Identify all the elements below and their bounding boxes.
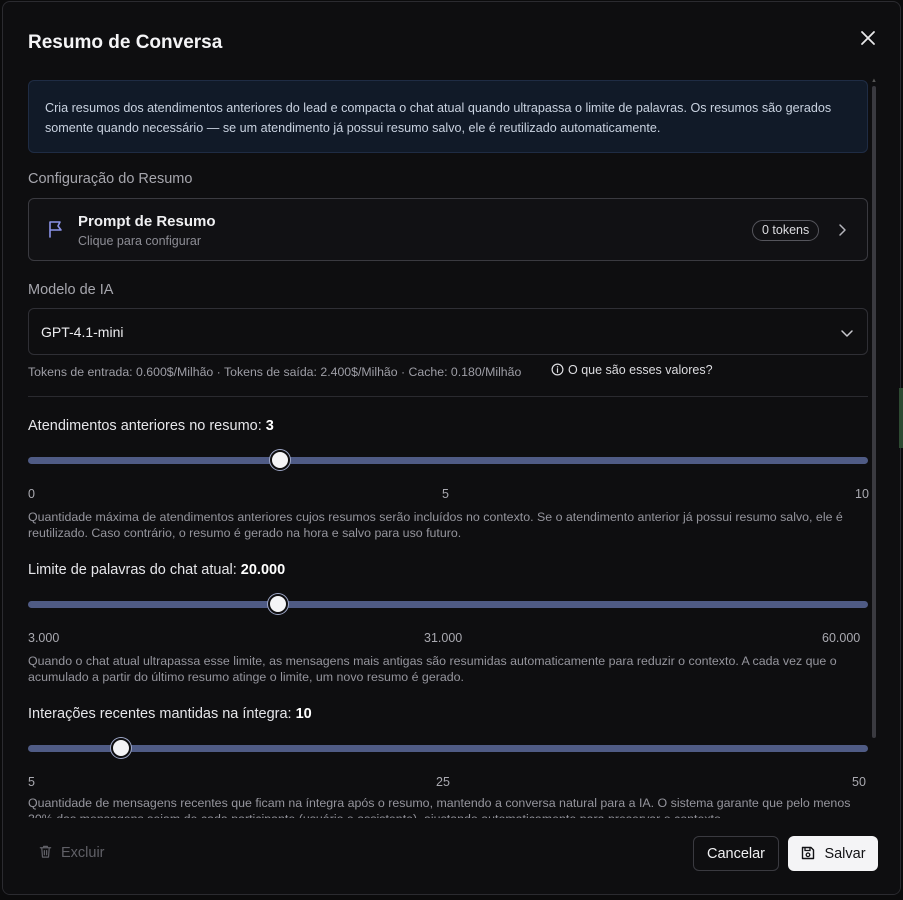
chevron-down-icon — [841, 330, 853, 337]
model-select-value: GPT-4.1-mini — [41, 324, 124, 340]
pricing-help-text: O que são esses valores? — [568, 363, 713, 377]
pricing-help-link[interactable]: O que são esses valores? — [551, 363, 713, 377]
save-icon — [802, 846, 815, 860]
close-button[interactable] — [858, 28, 878, 48]
previous-slider-label-text: Atendimentos anteriores no resumo: — [28, 418, 262, 434]
scrollbar-thumb[interactable] — [872, 86, 876, 738]
words-slider-track[interactable] — [28, 594, 868, 614]
flag-icon — [49, 221, 62, 238]
words-slider-min: 3.000 — [28, 631, 60, 645]
recent-slider-min: 5 — [28, 775, 35, 789]
summary-prompt-card[interactable]: Prompt de Resumo Clique para configurar … — [28, 198, 868, 261]
save-label: Salvar — [824, 846, 866, 862]
cancel-button[interactable]: Cancelar — [693, 836, 779, 871]
model-pricing: Tokens de entrada: 0.600$/Milhão · Token… — [28, 365, 522, 379]
summary-dialog: Resumo de Conversa Cria resumos dos aten… — [2, 1, 901, 895]
model-select[interactable]: GPT-4.1-mini — [28, 308, 868, 355]
close-icon — [861, 31, 875, 45]
dialog-footer: Excluir Cancelar Salvar — [3, 818, 900, 894]
recent-slider-max: 50 — [852, 775, 866, 789]
previous-slider-min: 0 — [28, 487, 35, 501]
previous-slider-help: Quantidade máxima de atendimentos anteri… — [28, 510, 843, 540]
recent-slider-track[interactable] — [28, 738, 868, 758]
words-slider-help: Quando o chat atual ultrapassa esse limi… — [28, 654, 837, 684]
recent-slider-help: Quantidade de mensagens recentes que fic… — [28, 796, 851, 818]
recent-slider-label: Interações recentes mantidas na íntegra:… — [28, 706, 312, 722]
trash-icon — [39, 845, 52, 858]
prompt-title: Prompt de Resumo — [78, 213, 216, 230]
previous-slider-value: 3 — [265, 418, 274, 434]
edge-accent — [899, 388, 903, 448]
chevron-right-icon — [839, 224, 846, 236]
previous-slider-thumb[interactable] — [270, 450, 290, 470]
recent-slider-mid: 25 — [436, 775, 450, 789]
previous-slider-max: 10 — [855, 487, 869, 501]
divider — [28, 396, 868, 397]
tokens-badge: 0 tokens — [752, 220, 820, 241]
prompt-subtitle: Clique para configurar — [78, 234, 201, 248]
words-slider-thumb[interactable] — [268, 594, 289, 614]
info-box: Cria resumos dos atendimentos anteriores… — [28, 80, 868, 153]
delete-button[interactable]: Excluir — [38, 844, 105, 861]
words-slider-label-text: Limite de palavras do chat atual: — [28, 562, 237, 578]
recent-slider-label-text: Interações recentes mantidas na íntegra: — [28, 706, 292, 722]
recent-slider-thumb[interactable] — [111, 738, 132, 758]
scroll-up-icon[interactable]: ▲ — [871, 78, 877, 84]
previous-slider-label: Atendimentos anteriores no resumo: 3 — [28, 418, 274, 434]
summary-config-label: Configuração do Resumo — [28, 171, 193, 187]
save-button[interactable]: Salvar — [788, 836, 878, 871]
model-label: Modelo de IA — [28, 282, 114, 298]
words-slider-mid: 31.000 — [424, 631, 463, 645]
recent-slider-value: 10 — [295, 706, 312, 722]
words-slider-label: Limite de palavras do chat atual: 20.000 — [28, 562, 285, 578]
words-slider-value: 20.000 — [240, 562, 286, 578]
delete-label: Excluir — [61, 845, 105, 861]
previous-slider-track[interactable] — [28, 450, 868, 470]
scrollbar[interactable]: ▲ — [871, 78, 877, 818]
dialog-title: Resumo de Conversa — [28, 32, 223, 53]
info-icon — [551, 363, 564, 376]
previous-slider-mid: 5 — [442, 487, 449, 501]
words-slider-max: 60.000 — [822, 631, 861, 645]
dialog-body[interactable]: Cria resumos dos atendimentos anteriores… — [3, 74, 883, 818]
